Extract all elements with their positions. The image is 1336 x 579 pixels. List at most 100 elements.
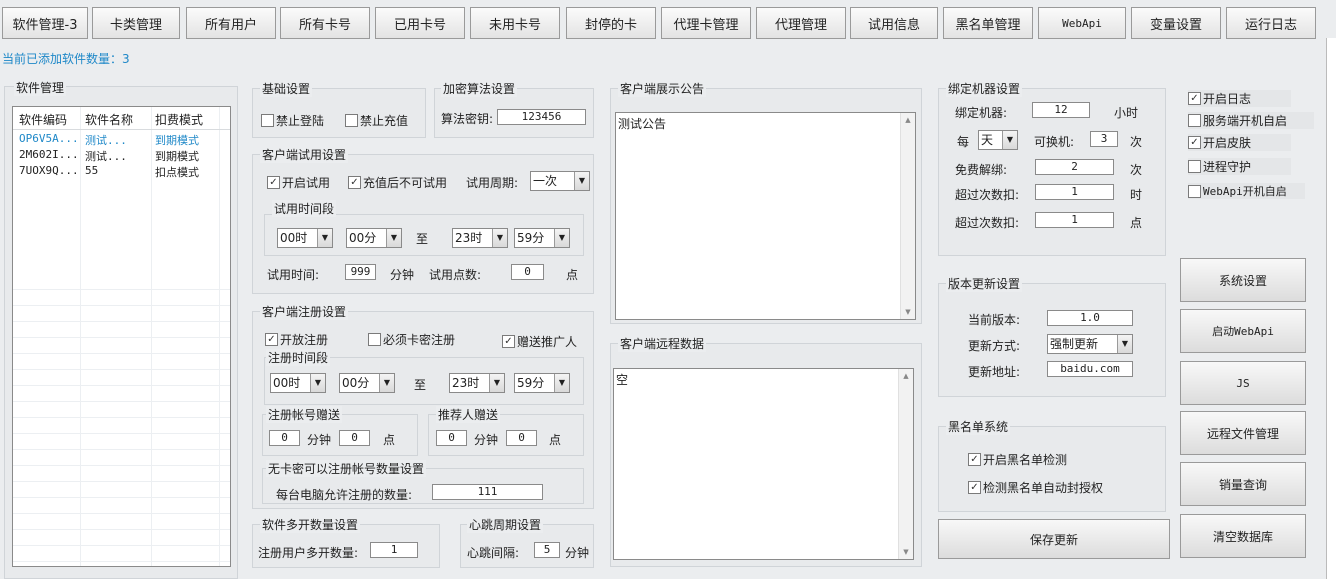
checkbox-box xyxy=(368,333,381,346)
tab-agent-manage[interactable]: 代理管理 xyxy=(756,7,846,39)
tab-agent-cards[interactable]: 代理卡管理 xyxy=(661,7,751,39)
every-value: 天 xyxy=(981,133,994,147)
version-url-input[interactable]: baidu.com xyxy=(1047,361,1133,377)
checkbox-box xyxy=(261,114,274,127)
tab-banned-cards[interactable]: 封停的卡 xyxy=(566,7,656,39)
blacklist-enable-checkbox[interactable]: ✓ 开启黑名单检测 xyxy=(968,451,1067,468)
option-process-guard[interactable]: 进程守护 xyxy=(1188,158,1291,175)
version-current-input[interactable]: 1.0 xyxy=(1047,310,1133,326)
option-webapi-autostart[interactable]: WebApi开机自启 xyxy=(1188,183,1305,199)
tab-used-cards[interactable]: 已用卡号 xyxy=(375,7,465,39)
forbid-login-checkbox[interactable]: 禁止登陆 xyxy=(261,112,324,129)
referrer-gift-min-input[interactable]: 0 xyxy=(436,430,467,446)
register-to-hour-select[interactable]: 23时 ▼ xyxy=(449,373,505,393)
software-table[interactable]: 软件编码 软件名称 扣费模式 OP6V5A... 测试... 到期模式 2M60… xyxy=(12,106,231,567)
scroll-down-icon[interactable]: ▼ xyxy=(901,305,915,319)
trial-title: 客户端试用设置 xyxy=(260,146,349,163)
option-enable-log[interactable]: ✓ 开启日志 xyxy=(1188,90,1291,107)
column-header-name[interactable]: 软件名称 xyxy=(85,111,133,128)
no-trial-after-recharge-checkbox[interactable]: ✓ 充值后不可试用 xyxy=(348,174,447,191)
trial-from-min-select[interactable]: 00分 ▼ xyxy=(346,228,402,248)
blacklist-title: 黑名单系统 xyxy=(946,418,1011,435)
notice-scrollbar[interactable]: ▲ ▼ xyxy=(900,113,915,319)
chevron-down-icon: ▼ xyxy=(317,229,332,247)
tab-all-cards[interactable]: 所有卡号 xyxy=(280,7,370,39)
nocard-input[interactable]: 111 xyxy=(432,484,543,500)
sales-query-button[interactable]: 销量查询 xyxy=(1180,462,1306,506)
multi-open-input[interactable]: 1 xyxy=(370,542,418,558)
column-header-code[interactable]: 软件编码 xyxy=(19,111,67,128)
register-from-min-select[interactable]: 00分 ▼ xyxy=(339,373,395,393)
blacklist-autoban-checkbox[interactable]: ✓ 检测黑名单自动封授权 xyxy=(968,479,1103,496)
version-url-label: 更新地址: xyxy=(968,365,1021,379)
column-header-mode[interactable]: 扣费模式 xyxy=(155,111,203,128)
notice-textarea[interactable]: 测试公告 ▲ ▼ xyxy=(615,112,916,320)
remote-file-manage-button[interactable]: 远程文件管理 xyxy=(1180,411,1306,455)
over-time-input[interactable]: 1 xyxy=(1035,184,1114,200)
version-mode-select[interactable]: 强制更新 ▼ xyxy=(1047,334,1133,354)
register-from-hour-select[interactable]: 00时 ▼ xyxy=(270,373,326,393)
require-card-checkbox[interactable]: 必须卡密注册 xyxy=(368,331,455,348)
scroll-down-icon[interactable]: ▼ xyxy=(899,545,913,559)
bind-input[interactable]: 12 xyxy=(1032,102,1090,118)
option-enable-skin[interactable]: ✓ 开启皮肤 xyxy=(1188,134,1291,151)
scroll-up-icon[interactable]: ▲ xyxy=(899,369,913,383)
tab-card-type[interactable]: 卡类管理 xyxy=(92,7,180,39)
check-icon: ✓ xyxy=(1188,136,1201,149)
window-right-edge xyxy=(1326,38,1336,579)
every-select[interactable]: 天 ▼ xyxy=(978,130,1018,150)
chevron-down-icon: ▼ xyxy=(386,229,401,247)
change-input[interactable]: 3 xyxy=(1090,131,1118,147)
heartbeat-input[interactable]: 5 xyxy=(534,542,560,558)
tab-unused-cards[interactable]: 未用卡号 xyxy=(470,7,560,39)
free-unbind-input[interactable]: 2 xyxy=(1035,159,1114,175)
trial-to-min-select[interactable]: 59分 ▼ xyxy=(514,228,570,248)
clear-database-button[interactable]: 清空数据库 xyxy=(1180,514,1306,558)
trial-time-input[interactable]: 999 xyxy=(345,264,376,280)
trial-to-hour-select[interactable]: 23时 ▼ xyxy=(452,228,508,248)
remote-data-textarea[interactable]: 空 ▲ ▼ xyxy=(613,368,914,560)
forbid-recharge-checkbox[interactable]: 禁止充值 xyxy=(345,112,408,129)
trial-from-min-value: 00分 xyxy=(349,231,377,245)
save-update-button[interactable]: 保存更新 xyxy=(938,519,1170,559)
remote-data-content: 空 xyxy=(616,373,629,387)
scroll-up-icon[interactable]: ▲ xyxy=(901,113,915,127)
blacklist-panel xyxy=(938,426,1166,512)
trial-from-hour-select[interactable]: 00时 ▼ xyxy=(277,228,333,248)
referrer-gift-pts-input[interactable]: 0 xyxy=(506,430,537,446)
trial-period-select[interactable]: 一次 ▼ xyxy=(530,171,590,191)
tab-blacklist[interactable]: 黑名单管理 xyxy=(943,7,1033,39)
remote-data-title: 客户端远程数据 xyxy=(618,335,707,352)
account-gift-min-input[interactable]: 0 xyxy=(269,430,300,446)
remote-scrollbar[interactable]: ▲ ▼ xyxy=(898,369,913,559)
require-card-label: 必须卡密注册 xyxy=(383,333,456,347)
option-label: 开启皮肤 xyxy=(1203,136,1252,150)
register-to-min-select[interactable]: 59分 ▼ xyxy=(514,373,570,393)
bind-title: 绑定机器设置 xyxy=(946,80,1023,97)
system-settings-button[interactable]: 系统设置 xyxy=(1180,258,1306,302)
tab-all-users[interactable]: 所有用户 xyxy=(186,7,276,39)
chevron-down-icon: ▼ xyxy=(379,374,394,392)
chevron-down-icon: ▼ xyxy=(554,374,569,392)
trial-enable-checkbox[interactable]: ✓ 开启试用 xyxy=(267,174,330,191)
start-webapi-button[interactable]: 启动WebApi xyxy=(1180,309,1306,353)
gift-promoter-checkbox[interactable]: ✓ 赠送推广人 xyxy=(502,333,577,350)
trial-points-input[interactable]: 0 xyxy=(511,264,544,280)
register-open-checkbox[interactable]: ✓ 开放注册 xyxy=(265,331,328,348)
trial-time-unit: 分钟 xyxy=(390,268,415,282)
tab-trial-info[interactable]: 试用信息 xyxy=(850,7,938,39)
cell-name: 测试... xyxy=(85,150,127,163)
tab-run-log[interactable]: 运行日志 xyxy=(1226,7,1316,39)
encrypt-key-input[interactable]: 123456 xyxy=(497,109,586,125)
tab-software-manage[interactable]: 软件管理-3 xyxy=(2,7,88,39)
account-gift-pts-input[interactable]: 0 xyxy=(339,430,370,446)
option-server-autostart[interactable]: 服务端开机自启 xyxy=(1188,112,1314,129)
tab-variables[interactable]: 变量设置 xyxy=(1131,7,1221,39)
over-points-label: 超过次数扣: xyxy=(955,216,1020,230)
tab-webapi[interactable]: WebApi xyxy=(1038,7,1126,39)
check-icon: ✓ xyxy=(1188,92,1201,105)
free-unbind-label: 免费解绑: xyxy=(955,163,1008,177)
chevron-down-icon: ▼ xyxy=(1002,131,1017,149)
js-button[interactable]: JS xyxy=(1180,361,1306,405)
over-points-input[interactable]: 1 xyxy=(1035,212,1114,228)
